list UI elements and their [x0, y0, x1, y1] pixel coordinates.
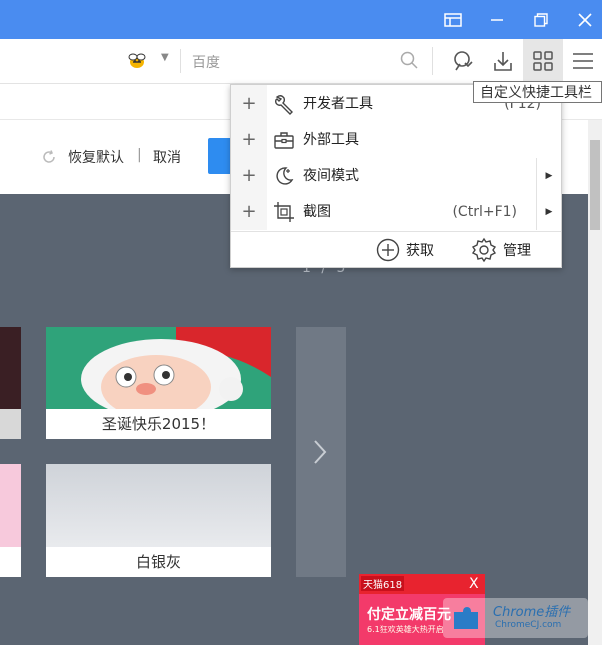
menu-item-night-mode[interactable]: + 夜间模式 ▶ [231, 158, 561, 194]
scrollbar-thumb[interactable] [590, 140, 600, 230]
ad-headline: 付定立减百元 [367, 607, 451, 623]
menu-item-label: 外部工具 [303, 132, 359, 148]
minimize-button[interactable] [477, 0, 517, 39]
add-icon[interactable]: + [231, 122, 267, 158]
restore-button[interactable] [521, 0, 561, 39]
menu-item-external-tools[interactable]: + 外部工具 [231, 122, 561, 158]
gear-icon [471, 237, 497, 263]
watermark-url: ChromeCJ.com [495, 620, 562, 630]
add-icon[interactable]: + [231, 86, 267, 122]
add-icon[interactable]: + [231, 158, 267, 194]
customize-toolbar-tooltip: 自定义快捷工具栏 [473, 81, 602, 103]
refresh-icon [43, 150, 55, 163]
theme-caption: 圣诞快乐2015！ [46, 409, 271, 439]
engine-dropdown-icon[interactable]: ▼ [161, 52, 169, 63]
download-icon[interactable] [483, 39, 523, 83]
manage-tools-button[interactable]: 管理 [471, 236, 531, 264]
browser-toolbar: ▼ 百度 [0, 39, 602, 84]
theme-thumbnail-christmas[interactable]: 圣诞快乐2015！ [46, 327, 271, 439]
confirm-button[interactable] [208, 138, 232, 174]
theme-thumbnail-silver-gray[interactable]: 白银灰 [46, 464, 271, 577]
plus-circle-icon [376, 238, 400, 262]
cancel-link[interactable]: 取消 [153, 147, 181, 167]
get-tools-label: 获取 [406, 243, 434, 259]
get-tools-button[interactable]: 获取 [376, 236, 434, 264]
submenu-arrow-icon[interactable]: ▶ [536, 194, 561, 230]
separator: | [137, 147, 142, 163]
quick-tools-menu: + 开发者工具 (F12) + 外部工具 + 夜间模式 ▶ + 截图 (Ctrl… [230, 84, 562, 268]
add-icon[interactable]: + [231, 194, 267, 230]
ad-subtext: 6.1狂欢英雄大热开启 [367, 625, 444, 634]
divider [180, 49, 181, 73]
moon-icon [276, 167, 294, 185]
ad-brand: 天猫618 [361, 576, 405, 591]
title-bar [0, 0, 602, 39]
search-icon[interactable] [400, 51, 418, 69]
theme-caption: 白银灰 [46, 547, 271, 577]
search-input[interactable]: 百度 [182, 47, 427, 75]
submenu-arrow-icon[interactable]: ▶ [536, 158, 561, 194]
next-page-button[interactable] [296, 327, 346, 577]
crop-icon [274, 202, 294, 222]
chevron-right-icon [314, 440, 327, 464]
sidebar-toggle-icon[interactable] [433, 0, 473, 39]
santa-image [46, 327, 271, 419]
close-button[interactable] [565, 0, 602, 39]
apps-grid-button[interactable] [523, 39, 563, 83]
menu-footer: 获取 管理 [231, 231, 561, 268]
menu-item-shortcut: (Ctrl+F1) [452, 204, 517, 220]
wrench-icon [274, 95, 293, 115]
search-engine-bee-icon[interactable] [126, 50, 148, 76]
main-menu-icon[interactable] [563, 39, 602, 83]
restore-default-link[interactable]: 恢复默认 [68, 147, 124, 167]
divider [432, 47, 433, 75]
ad-close-button[interactable]: X [469, 576, 479, 592]
theme-thumbnail-partial[interactable] [0, 327, 21, 439]
menu-item-label: 截图 [303, 204, 331, 220]
watermark-title: Chrome插件 [493, 605, 571, 620]
search-placeholder: 百度 [192, 55, 220, 71]
menu-item-label: 开发者工具 [303, 96, 373, 112]
sync-avatar-icon[interactable] [442, 39, 482, 83]
menu-item-screenshot[interactable]: + 截图 (Ctrl+F1) ▶ [231, 194, 561, 230]
menu-item-label: 夜间模式 [303, 168, 359, 184]
manage-tools-label: 管理 [503, 243, 531, 259]
apps-grid-icon [533, 51, 553, 71]
puzzle-logo-icon [454, 607, 478, 629]
site-watermark: Chrome插件 ChromeCJ.com [443, 598, 588, 638]
toolbox-icon [274, 132, 294, 149]
theme-thumbnail-partial[interactable] [0, 464, 21, 577]
